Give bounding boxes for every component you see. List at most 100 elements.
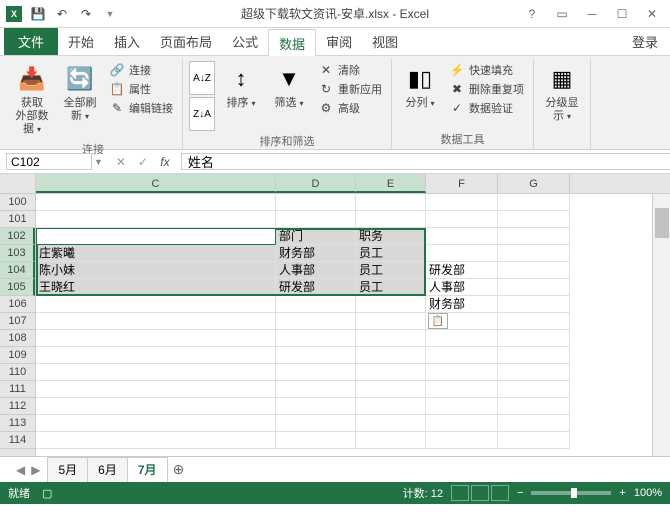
cell-D106[interactable] <box>276 296 356 313</box>
select-all-corner[interactable] <box>0 174 36 194</box>
cell-E113[interactable] <box>356 415 426 432</box>
cell-C109[interactable] <box>36 347 276 364</box>
cell-G111[interactable] <box>498 381 570 398</box>
cell-C102[interactable]: 姓名 <box>36 228 276 245</box>
sheet-nav-prev-icon[interactable]: ◀ <box>16 463 25 477</box>
sheet-tab-5月[interactable]: 5月 <box>47 457 88 482</box>
menu-开始[interactable]: 开始 <box>58 28 104 55</box>
help-icon[interactable]: ? <box>518 4 546 24</box>
cell-F100[interactable] <box>426 194 498 211</box>
cell-F104[interactable]: 研发部 <box>426 262 498 279</box>
cell-G105[interactable] <box>498 279 570 296</box>
cell-G108[interactable] <box>498 330 570 347</box>
cancel-formula-icon[interactable]: ✕ <box>111 153 131 171</box>
row-header-113[interactable]: 113 <box>0 415 35 432</box>
row-header-102[interactable]: 102 <box>0 228 35 245</box>
ribbon-全部刷新[interactable]: 🔄全部刷新 ▾ <box>58 61 102 125</box>
cell-F105[interactable]: 人事部 <box>426 279 498 296</box>
cell-E101[interactable] <box>356 211 426 228</box>
row-header-103[interactable]: 103 <box>0 245 35 262</box>
cell-E108[interactable] <box>356 330 426 347</box>
ribbon-高级[interactable]: ⚙高级 <box>315 99 385 117</box>
accept-formula-icon[interactable]: ✓ <box>133 153 153 171</box>
cell-E102[interactable]: 职务 <box>356 228 426 245</box>
cell-C100[interactable] <box>36 194 276 211</box>
col-header-D[interactable]: D <box>276 174 356 193</box>
cell-D105[interactable]: 研发部 <box>276 279 356 296</box>
cell-G106[interactable] <box>498 296 570 313</box>
maximize-icon[interactable]: ☐ <box>608 4 636 24</box>
ribbon-清除[interactable]: ✕清除 <box>315 61 385 79</box>
ribbon-编辑链接[interactable]: ✎编辑链接 <box>106 99 176 117</box>
cell-D104[interactable]: 人事部 <box>276 262 356 279</box>
cell-F103[interactable] <box>426 245 498 262</box>
login-button[interactable]: 登录 <box>620 28 670 55</box>
cell-E109[interactable] <box>356 347 426 364</box>
col-header-F[interactable]: F <box>426 174 498 193</box>
row-header-100[interactable]: 100 <box>0 194 35 211</box>
ribbon-连接[interactable]: 🔗连接 <box>106 61 176 79</box>
sort-za-button[interactable]: Z↓A <box>189 97 215 131</box>
cell-C112[interactable] <box>36 398 276 415</box>
save-icon[interactable]: 💾 <box>28 4 48 24</box>
cell-G103[interactable] <box>498 245 570 262</box>
cell-D101[interactable] <box>276 211 356 228</box>
cell-C113[interactable] <box>36 415 276 432</box>
cell-F106[interactable]: 财务部 <box>426 296 498 313</box>
cell-E107[interactable] <box>356 313 426 330</box>
zoom-out-icon[interactable]: − <box>517 487 523 499</box>
formula-input[interactable]: 姓名 <box>181 153 670 170</box>
view-page-break-icon[interactable] <box>491 485 509 501</box>
cell-E110[interactable] <box>356 364 426 381</box>
qat-customize-icon[interactable]: ▼ <box>100 4 120 24</box>
ribbon-数据验证[interactable]: ✓数据验证 <box>446 99 527 117</box>
cell-F102[interactable] <box>426 228 498 245</box>
row-header-101[interactable]: 101 <box>0 211 35 228</box>
cell-F113[interactable] <box>426 415 498 432</box>
name-box[interactable]: C102 <box>6 153 92 170</box>
cell-D111[interactable] <box>276 381 356 398</box>
cell-F108[interactable] <box>426 330 498 347</box>
cell-D107[interactable] <box>276 313 356 330</box>
close-icon[interactable]: ✕ <box>638 4 666 24</box>
cell-D110[interactable] <box>276 364 356 381</box>
cell-D102[interactable]: 部门 <box>276 228 356 245</box>
cell-E111[interactable] <box>356 381 426 398</box>
sheet-tab-7月[interactable]: 7月 <box>127 457 168 482</box>
view-page-layout-icon[interactable] <box>471 485 489 501</box>
sort-az-button[interactable]: A↓Z <box>189 61 215 95</box>
cell-E112[interactable] <box>356 398 426 415</box>
row-header-108[interactable]: 108 <box>0 330 35 347</box>
cell-D109[interactable] <box>276 347 356 364</box>
cell-E100[interactable] <box>356 194 426 211</box>
vertical-scrollbar[interactable] <box>652 194 670 456</box>
cell-D108[interactable] <box>276 330 356 347</box>
cell-F109[interactable] <box>426 347 498 364</box>
cell-C105[interactable]: 王晓红 <box>36 279 276 296</box>
name-box-dropdown-icon[interactable]: ▼ <box>92 157 105 167</box>
row-header-106[interactable]: 106 <box>0 296 35 313</box>
ribbon-options-icon[interactable]: ▭ <box>548 4 576 24</box>
zoom-level[interactable]: 100% <box>634 487 662 499</box>
row-header-112[interactable]: 112 <box>0 398 35 415</box>
menu-file[interactable]: 文件 <box>4 28 58 55</box>
sheet-tab-6月[interactable]: 6月 <box>87 457 128 482</box>
menu-数据[interactable]: 数据 <box>268 29 316 56</box>
cell-G113[interactable] <box>498 415 570 432</box>
cell-G109[interactable] <box>498 347 570 364</box>
cell-G112[interactable] <box>498 398 570 415</box>
sheet-nav-next-icon[interactable]: ▶ <box>31 463 40 477</box>
cell-C103[interactable]: 庄紫曦 <box>36 245 276 262</box>
cell-E103[interactable]: 员工 <box>356 245 426 262</box>
ribbon-筛选[interactable]: ▼筛选 ▾ <box>267 61 311 112</box>
cell-F110[interactable] <box>426 364 498 381</box>
add-sheet-button[interactable]: ⊕ <box>168 460 190 479</box>
cell-E104[interactable]: 员工 <box>356 262 426 279</box>
row-header-105[interactable]: 105 <box>0 279 35 296</box>
cell-C107[interactable] <box>36 313 276 330</box>
minimize-icon[interactable]: ─ <box>578 4 606 24</box>
cell-G104[interactable] <box>498 262 570 279</box>
cell-C108[interactable] <box>36 330 276 347</box>
ribbon-属性[interactable]: 📋属性 <box>106 80 176 98</box>
cell-F111[interactable] <box>426 381 498 398</box>
